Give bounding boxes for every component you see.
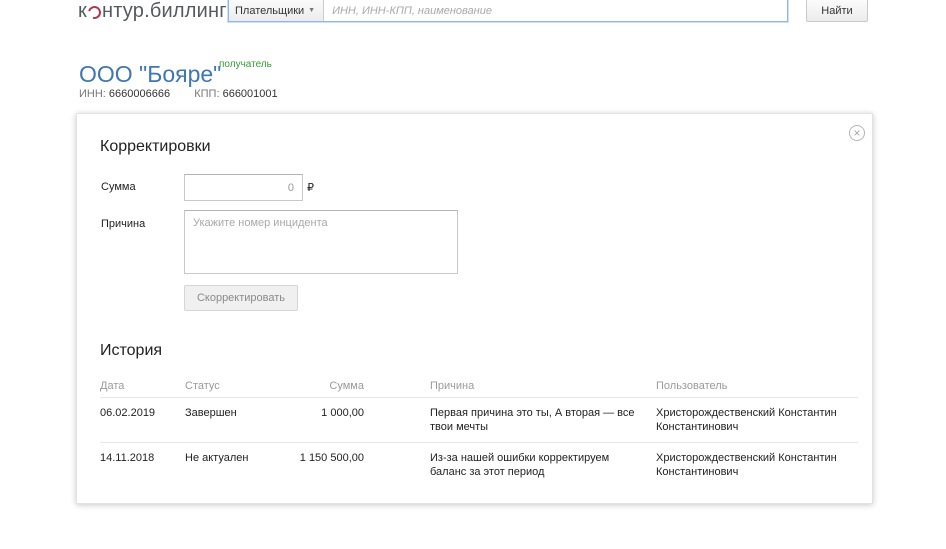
kpp-value: 666001001 [222,88,278,100]
search-scope-label: Плательщики [235,4,305,17]
row-user: Христорождественский Константин Констант… [656,407,837,433]
logo[interactable]: к нтур.биллинг [78,0,227,23]
correct-button[interactable]: Скорректировать [184,285,298,311]
logo-suffix: нтур.биллинг [101,0,227,22]
chevron-down-icon: ▼ [308,7,316,14]
table-row: 06.02.2019 Завершен 1 000,00 Первая прич… [100,398,858,443]
row-reason: Из-за нашей ошибки корректируем баланс з… [430,452,610,478]
history-title: История [100,342,163,359]
reason-label: Причина [101,218,146,230]
currency-symbol: ₽ [307,182,314,194]
row-date: 06.02.2019 [100,407,156,419]
table-row: 14.11.2018 Не актуален 1 150 500,00 Из-з… [100,443,858,488]
page: к нтур.биллинг Плательщики ▼ Найти ООО "… [0,0,946,549]
row-sum: 1 150 500,00 [299,452,364,464]
close-icon[interactable]: × [849,125,865,141]
search-input[interactable] [324,0,787,21]
org-role-badge: получатель [219,59,272,70]
org-name: ООО "Бояре" [79,61,222,87]
col-reason: Причина [430,380,475,392]
corrections-dialog: × Корректировки Сумма ₽ Причина Скоррект… [76,113,873,504]
table-header: Дата Статус Сумма Причина Пользователь [100,374,858,398]
col-user: Пользователь [656,380,728,392]
row-date: 14.11.2018 [100,452,155,464]
row-user: Христорождественский Константин Констант… [656,452,837,478]
logo-mark-icon [85,3,104,22]
logo-prefix: к [78,0,87,22]
row-reason: Первая причина это ты, А вторая — все тв… [430,407,635,433]
row-status: Не актуален [185,452,249,464]
org-ids: ИНН: 6660006666 КПП: 666001001 [79,88,278,100]
row-status: Завершен [185,407,237,419]
history-table: Дата Статус Сумма Причина Пользователь 0… [100,374,858,488]
amount-input[interactable] [184,174,303,201]
col-sum: Сумма [329,380,364,392]
search-scope-select[interactable]: Плательщики ▼ [229,0,325,21]
row-sum: 1 000,00 [321,407,364,419]
col-date: Дата [100,380,125,392]
corrections-title: Корректировки [100,138,211,155]
kpp-label: КПП: [194,88,220,100]
amount-label: Сумма [101,181,136,193]
inn-label: ИНН: [79,88,106,100]
search-bar: Плательщики ▼ [228,0,788,22]
col-status: Статус [185,380,220,392]
find-button[interactable]: Найти [806,0,868,22]
reason-field[interactable] [184,210,458,274]
inn-value: 6660006666 [108,88,171,100]
